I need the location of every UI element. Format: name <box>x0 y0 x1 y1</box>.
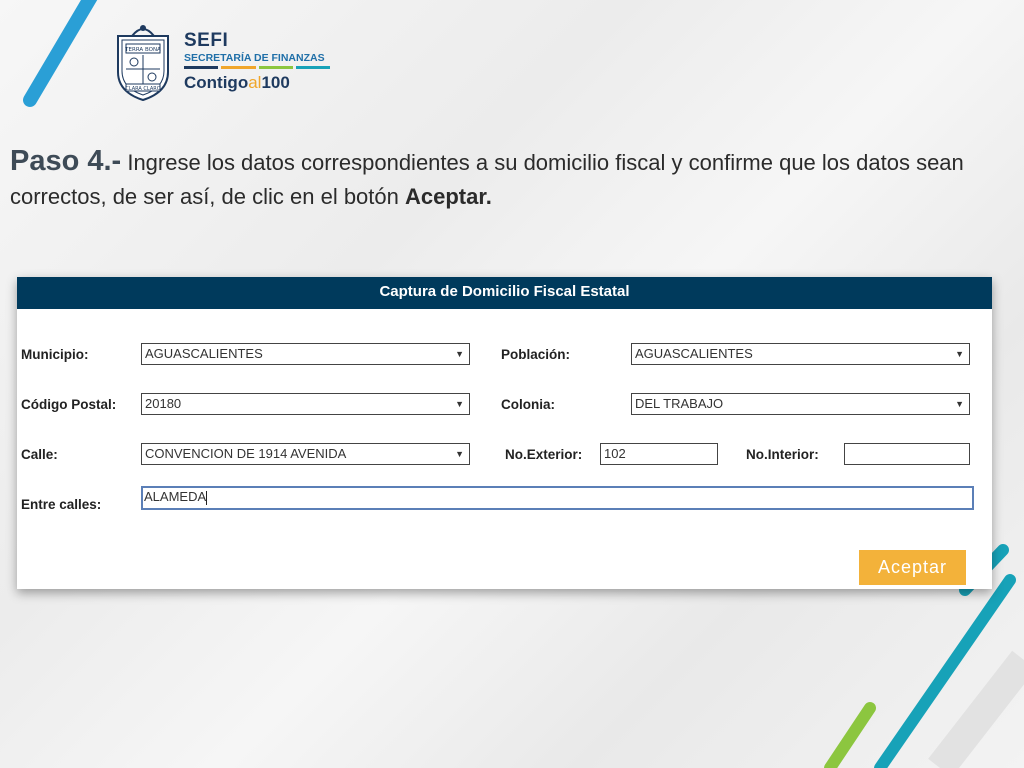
municipio-select[interactable]: AGUASCALIENTES ▼ <box>141 343 470 365</box>
entre-calles-value: ALAMEDA <box>144 489 207 504</box>
chevron-down-icon: ▼ <box>455 349 464 359</box>
chevron-down-icon: ▼ <box>955 399 964 409</box>
sefi-logo: TERRA BONA CLARA CLARO SEFI SECRETARÍA D… <box>112 20 342 106</box>
chevron-down-icon: ▼ <box>455 399 464 409</box>
calle-select[interactable]: CONVENCION DE 1914 AVENIDA ▼ <box>141 443 470 465</box>
form-title: Captura de Domicilio Fiscal Estatal <box>17 277 992 309</box>
text-cursor <box>206 490 208 505</box>
green-stripe-right <box>824 702 876 768</box>
fiscal-address-form: Captura de Domicilio Fiscal Estatal Muni… <box>17 277 992 589</box>
poblacion-label: Población: <box>501 347 571 362</box>
calle-value: CONVENCION DE 1914 AVENIDA <box>145 446 347 461</box>
municipio-value: AGUASCALIENTES <box>145 346 263 361</box>
logo-slogan: Contigoal100 <box>184 73 290 92</box>
no-exterior-label: No.Exterior: <box>505 447 583 462</box>
instruction-text: Paso 4.- Ingrese los datos correspondien… <box>10 144 1015 214</box>
no-interior-label: No.Interior: <box>746 447 819 462</box>
state-seal-icon: TERRA BONA CLARA CLARO <box>117 25 169 102</box>
chevron-down-icon: ▼ <box>455 449 464 459</box>
calle-label: Calle: <box>21 447 58 462</box>
svg-text:TERRA BONA: TERRA BONA <box>124 47 161 53</box>
no-exterior-input[interactable]: 102 <box>600 443 718 465</box>
colonia-select[interactable]: DEL TRABAJO ▼ <box>631 393 970 415</box>
svg-text:CLARA CLARO: CLARA CLARO <box>125 86 160 92</box>
org-short-name: SEFI <box>184 30 229 51</box>
chevron-down-icon: ▼ <box>955 349 964 359</box>
colonia-value: DEL TRABAJO <box>635 396 724 411</box>
blue-stripe-top-left <box>23 0 98 107</box>
codigo-postal-label: Código Postal: <box>21 397 117 412</box>
colonia-label: Colonia: <box>501 397 555 412</box>
codigo-postal-value: 20180 <box>145 396 182 411</box>
org-full-name: SECRETARÍA DE FINANZAS <box>184 52 325 64</box>
aceptar-button[interactable]: Aceptar <box>859 550 966 585</box>
poblacion-select[interactable]: AGUASCALIENTES ▼ <box>631 343 970 365</box>
instruction-action: Aceptar. <box>404 184 492 209</box>
no-interior-input[interactable] <box>844 443 970 465</box>
light-stripe-right <box>928 650 1024 768</box>
entre-calles-label: Entre calles: <box>21 497 102 512</box>
entre-calles-input[interactable]: ALAMEDA <box>141 486 974 510</box>
codigo-postal-select[interactable]: 20180 ▼ <box>141 393 470 415</box>
logo-color-lines <box>184 66 330 69</box>
municipio-label: Municipio: <box>21 347 89 362</box>
step-title: Paso 4.- <box>10 145 122 177</box>
poblacion-value: AGUASCALIENTES <box>635 346 753 361</box>
